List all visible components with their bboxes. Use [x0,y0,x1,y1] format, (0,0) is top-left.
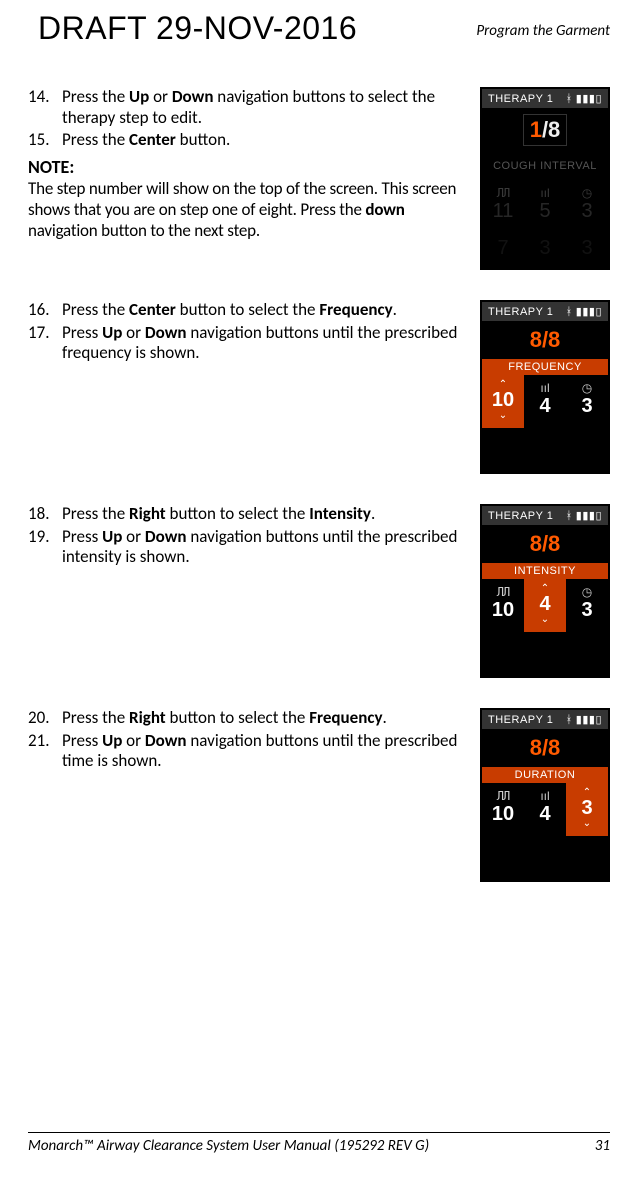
step-18-num: 18. [28,504,62,525]
section-steps-20-21: 20. Press the Right button to select the… [28,708,610,882]
bluetooth-icon: ᚼ [566,93,573,105]
step-14-text: Press the Up or Down navigation buttons … [62,87,468,128]
step-16-num: 16. [28,300,62,321]
chevron-down-icon: ⌄ [482,412,524,420]
device-screenshot-1: THERAPY 1 ᚼ ▮▮▮▯ 1/8 COUGH INTERVAL ЛЛ11… [480,87,610,270]
device-title: THERAPY 1 [488,510,553,522]
step-19-num: 19. [28,527,62,568]
cough-interval-label: COUGH INTERVAL [482,152,608,180]
footer-page-number: 31 [595,1137,610,1155]
section-steps-14-15: 14. Press the Up or Down navigation butt… [28,87,610,270]
intensity-value: 4 [524,593,566,616]
step-16-text: Press the Center button to select the Fr… [62,300,468,321]
frequency-label: FREQUENCY [482,359,608,375]
step-21-text: Press Up or Down navigation buttons unti… [62,731,468,772]
section-title: Program the Garment [476,22,610,40]
battery-icon: ▮▮▮▯ [576,509,602,522]
clock-icon: ◷ [566,186,608,200]
clock-icon: ◷ [566,381,608,395]
step-19-text: Press Up or Down navigation buttons unti… [62,527,468,568]
section-steps-16-17: 16. Press the Center button to select th… [28,300,610,474]
device-screenshot-3: THERAPY 1 ᚼ ▮▮▮▯ 8/8 INTENSITY ЛЛ10 ⌃ 4 … [480,504,610,678]
section-steps-18-19: 18. Press the Right button to select the… [28,504,610,678]
chevron-up-icon: ⌃ [566,789,608,797]
step-indicator: 8/8 [530,327,561,352]
duration-label: DURATION [482,767,608,783]
footer-manual-title: Monarch™ Airway Clearance System User Ma… [28,1137,429,1155]
chevron-down-icon: ⌄ [524,616,566,624]
frequency-value: 10 [482,599,524,622]
chevron-down-icon: ⌄ [566,820,608,828]
draft-watermark: DRAFT 29-NOV-2016 [38,10,357,47]
device-title: THERAPY 1 [488,306,553,318]
step-17-text: Press Up or Down navigation buttons unti… [62,323,468,364]
step-21-num: 21. [28,731,62,772]
device-screenshot-2: THERAPY 1 ᚼ ▮▮▮▯ 8/8 FREQUENCY ⌃ 10 ⌄ ıı… [480,300,610,474]
bars-icon: ııl [524,186,566,200]
step-indicator: 8/8 [530,735,561,760]
wave-icon: ЛЛ [482,186,524,200]
bars-icon: ııl [524,381,566,395]
clock-icon: ◷ [566,585,608,599]
frequency-value: 10 [482,389,524,412]
battery-icon: ▮▮▮▯ [576,713,602,726]
intensity-value: 4 [524,803,566,826]
frequency-value: 10 [482,803,524,826]
page-footer: Monarch™ Airway Clearance System User Ma… [28,1132,610,1155]
device-screenshot-4: THERAPY 1 ᚼ ▮▮▮▯ 8/8 DURATION ЛЛ10 ııl4 … [480,708,610,882]
device-title: THERAPY 1 [488,714,553,726]
intensity-value: 4 [524,395,566,418]
battery-icon: ▮▮▮▯ [576,92,602,105]
wave-icon: ЛЛ [482,789,524,803]
step-15-num: 15. [28,130,62,151]
step-20-text: Press the Right button to select the Fre… [62,708,468,729]
wave-icon: ЛЛ [482,585,524,599]
chevron-up-icon: ⌃ [524,585,566,593]
step-indicator: 8/8 [530,531,561,556]
note-body: The step number will show on the top of … [28,179,468,241]
duration-value: 3 [566,395,608,418]
battery-icon: ▮▮▮▯ [576,305,602,318]
bluetooth-icon: ᚼ [566,714,573,726]
step-15-text: Press the Center button. [62,130,468,151]
step-20-num: 20. [28,708,62,729]
step-17-num: 17. [28,323,62,364]
step-14-num: 14. [28,87,62,128]
step-18-text: Press the Right button to select the Int… [62,504,468,525]
step-total: /8 [542,117,560,142]
duration-value: 3 [566,599,608,622]
device-title: THERAPY 1 [488,93,553,105]
note-heading: NOTE: [28,157,468,179]
duration-value: 3 [566,797,608,820]
step-current: 1 [530,117,542,142]
bluetooth-icon: ᚼ [566,510,573,522]
chevron-up-icon: ⌃ [482,381,524,389]
bars-icon: ııl [524,789,566,803]
intensity-label: INTENSITY [482,563,608,579]
bluetooth-icon: ᚼ [566,306,573,318]
